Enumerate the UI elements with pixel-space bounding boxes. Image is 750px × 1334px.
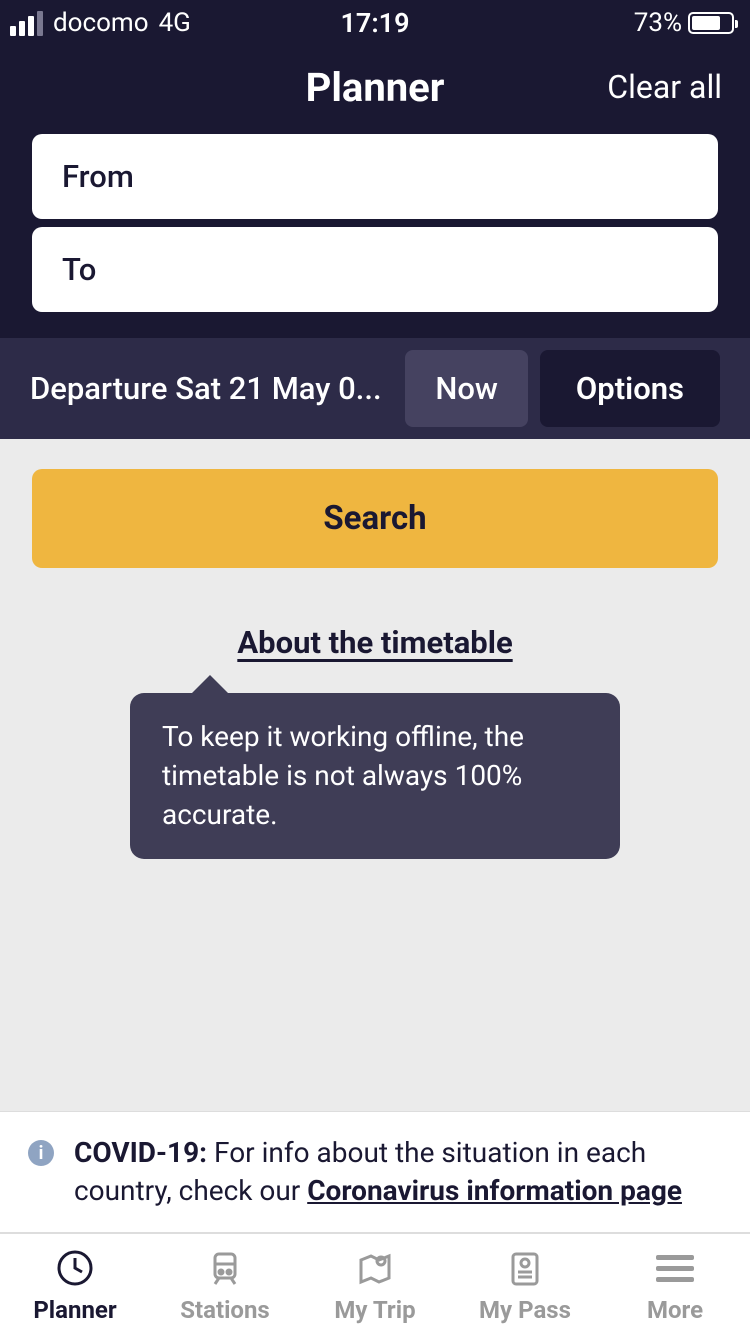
tab-mytrip[interactable]: My Trip — [300, 1248, 450, 1324]
covid-text: COVID-19: For info about the situation i… — [74, 1134, 722, 1210]
departure-time-button[interactable]: Departure Sat 21 May 0... — [30, 370, 393, 407]
covid-banner[interactable]: i COVID-19: For info about the situation… — [0, 1111, 750, 1233]
battery-percent: 73% — [634, 8, 682, 38]
status-bar: docomo 4G 17:19 73% — [0, 0, 750, 44]
options-button[interactable]: Options — [540, 350, 720, 427]
carrier-label: docomo — [53, 8, 149, 38]
nav-header: Planner Clear all — [0, 44, 750, 134]
info-icon: i — [28, 1140, 54, 1166]
battery-icon — [688, 12, 734, 34]
clear-all-button[interactable]: Clear all — [607, 68, 722, 106]
from-placeholder: From — [62, 158, 134, 195]
tab-more[interactable]: More — [600, 1248, 750, 1324]
network-label: 4G — [159, 8, 191, 38]
status-time: 17:19 — [340, 7, 409, 39]
tab-mypass[interactable]: My Pass — [450, 1248, 600, 1324]
from-input[interactable]: From — [32, 134, 718, 219]
search-button[interactable]: Search — [32, 469, 718, 568]
map-icon — [355, 1248, 395, 1288]
pass-icon — [505, 1248, 545, 1288]
about-timetable-link[interactable]: About the timetable — [237, 624, 512, 661]
covid-link[interactable]: Coronavirus information page — [307, 1174, 682, 1207]
tab-bar: Planner Stations My Trip My Pass More — [0, 1233, 750, 1334]
now-button[interactable]: Now — [405, 350, 528, 427]
signal-icon — [10, 11, 43, 36]
train-icon — [205, 1248, 245, 1288]
to-input[interactable]: To — [32, 227, 718, 312]
tab-planner[interactable]: Planner — [0, 1248, 150, 1324]
to-placeholder: To — [62, 251, 96, 288]
page-title: Planner — [306, 64, 445, 111]
menu-icon — [655, 1248, 695, 1288]
timetable-tooltip: To keep it working offline, the timetabl… — [130, 693, 620, 859]
clock-icon — [55, 1248, 95, 1288]
tab-stations[interactable]: Stations — [150, 1248, 300, 1324]
